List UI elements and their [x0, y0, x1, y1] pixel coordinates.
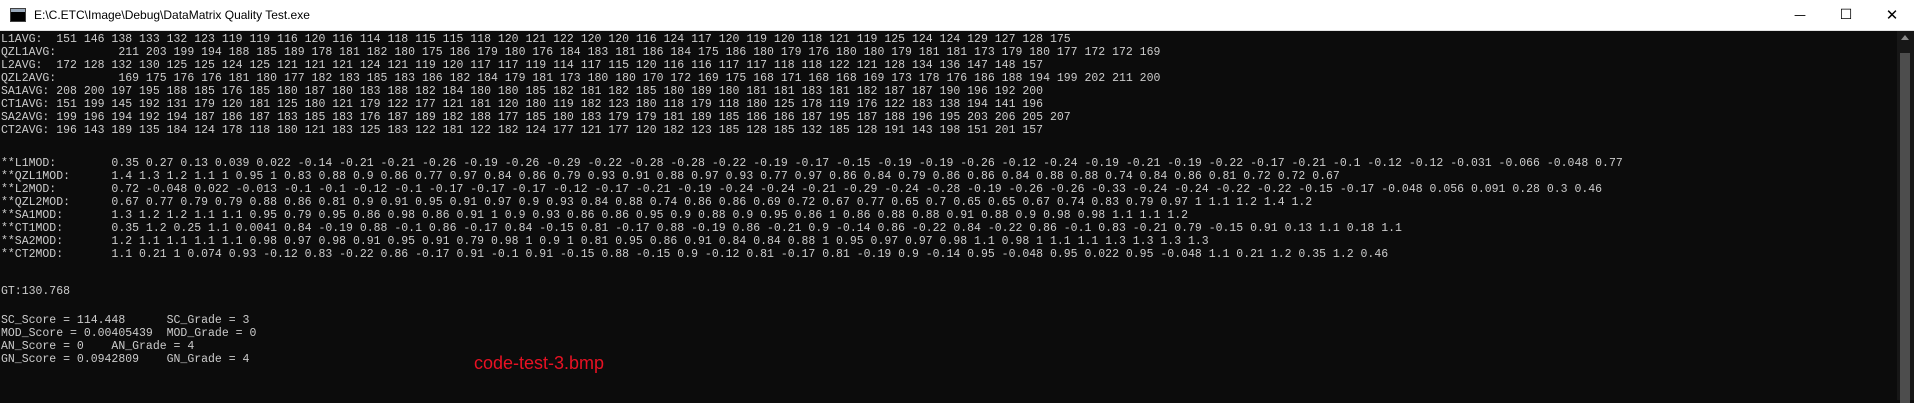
console-output[interactable]: L1AVG: 151 146 138 133 132 123 119 119 1… [0, 31, 1897, 400]
console-line: **L2MOD: 0.72 -0.048 0.022 -0.013 -0.1 -… [1, 183, 1603, 196]
console-line: **L1MOD: 0.35 0.27 0.13 0.039 0.022 -0.1… [1, 157, 1623, 170]
console-line: **SA1MOD: 1.3 1.2 1.2 1.1 1.1 0.95 0.79 … [1, 209, 1188, 222]
console-line: **CT2MOD: 1.1 0.21 1 0.074 0.93 -0.12 0.… [1, 248, 1389, 261]
console-line: SA1AVG: 208 200 197 195 188 185 176 185 … [1, 85, 1044, 98]
console-line: CT1AVG: 151 199 145 192 131 179 120 181 … [1, 98, 1044, 111]
console-line: MOD_Score = 0.00405439 MOD_Grade = 0 [1, 327, 257, 340]
maximize-button[interactable]: ☐ [1823, 0, 1869, 31]
minimize-button[interactable]: — [1777, 0, 1823, 31]
console-line: GT:130.768 [1, 285, 71, 298]
scroll-up-arrow-icon[interactable] [1901, 35, 1909, 40]
vertical-scrollbar[interactable] [1897, 31, 1914, 403]
console-line: AN_Score = 0 AN_Grade = 4 [1, 340, 195, 353]
console-line: **QZL1MOD: 1.4 1.3 1.2 1.1 1 0.95 1 0.83… [1, 170, 1340, 183]
console-line: SC_Score = 114.448 SC_Grade = 3 [1, 314, 250, 327]
console-line: SA2AVG: 199 196 194 192 194 187 186 187 … [1, 111, 1071, 124]
close-button[interactable]: ✕ [1869, 0, 1914, 31]
window-title: E:\C.ETC\Image\Debug\DataMatrix Quality … [34, 8, 310, 22]
filename-label: code-test-3.bmp [474, 353, 605, 373]
console-line: QZL1AVG: 211 203 199 194 188 185 189 178… [1, 46, 1161, 59]
console-window-icon [10, 8, 26, 22]
console-line: CT2AVG: 196 143 189 135 184 124 178 118 … [1, 124, 1044, 137]
console-line: **SA2MOD: 1.2 1.1 1.1 1.1 1.1 0.98 0.97 … [1, 235, 1209, 248]
console-line: L1AVG: 151 146 138 133 132 123 119 119 1… [1, 33, 1071, 46]
console-line: QZL2AVG: 169 175 176 176 181 180 177 182… [1, 72, 1161, 85]
scrollbar-thumb[interactable] [1900, 53, 1910, 403]
console-line: **CT1MOD: 0.35 1.2 0.25 1.1 0.0041 0.84 … [1, 222, 1402, 235]
console-line: **QZL2MOD: 0.67 0.77 0.79 0.79 0.88 0.86… [1, 196, 1313, 209]
console-line: GN_Score = 0.0942809 GN_Grade = 4 [1, 353, 250, 366]
console-line: L2AVG: 172 128 132 130 125 125 124 125 1… [1, 59, 1044, 72]
title-bar[interactable]: E:\C.ETC\Image\Debug\DataMatrix Quality … [0, 0, 1914, 31]
